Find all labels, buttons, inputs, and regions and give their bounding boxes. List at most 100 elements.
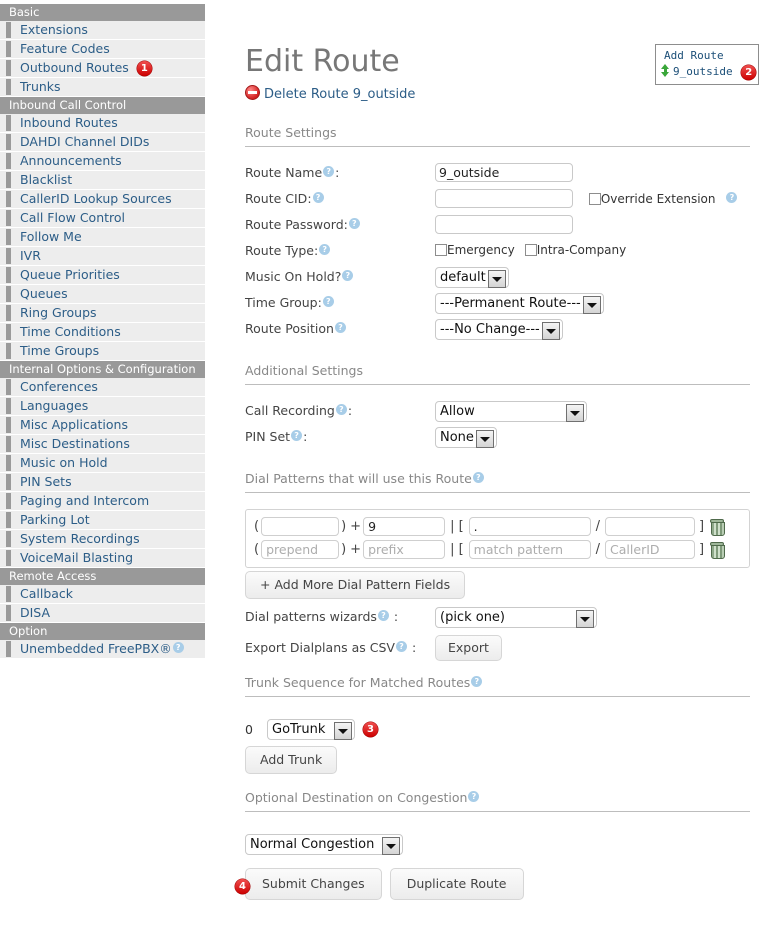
sidebar-item-paging-and-intercom[interactable]: Paging and Intercom <box>0 492 205 511</box>
help-icon[interactable]: ? <box>323 166 335 177</box>
submit-changes-button[interactable]: Submit Changes <box>245 868 382 900</box>
time-group-select[interactable]: ---Permanent Route--- <box>435 293 604 314</box>
sidebar-item-label[interactable]: Unembedded FreePBX® <box>20 641 172 656</box>
sidebar-item-queues[interactable]: Queues <box>0 285 205 304</box>
sidebar-item-label[interactable]: PIN Sets <box>20 474 72 489</box>
dial-pattern-wizard-select[interactable]: (pick one) <box>435 607 597 628</box>
export-button[interactable]: Export <box>435 635 502 661</box>
sidebar-item-label[interactable]: Queues <box>20 286 68 301</box>
help-icon[interactable]: ? <box>726 192 738 203</box>
music-on-hold-select[interactable]: default <box>435 267 509 288</box>
sidebar-item-trunks[interactable]: Trunks <box>0 78 205 97</box>
sidebar-item-pin-sets[interactable]: PIN Sets <box>0 473 205 492</box>
help-icon[interactable]: ? <box>312 192 324 203</box>
sidebar-item-label[interactable]: Time Groups <box>20 343 99 358</box>
sidebar-item-label[interactable]: Callback <box>20 586 73 601</box>
sidebar-item-follow-me[interactable]: Follow Me <box>0 228 205 247</box>
delete-route-link[interactable]: Delete Route 9_outside <box>264 87 415 102</box>
emergency-checkbox[interactable] <box>435 244 447 256</box>
help-icon[interactable]: ? <box>471 676 483 687</box>
help-icon[interactable]: ? <box>319 244 331 255</box>
help-icon[interactable]: ? <box>322 296 334 307</box>
sidebar-item-label[interactable]: Blacklist <box>20 172 72 187</box>
trunk-select[interactable]: GoTrunk <box>267 719 355 740</box>
sidebar-item-blacklist[interactable]: Blacklist <box>0 171 205 190</box>
match-pattern-input[interactable] <box>468 540 591 559</box>
callerid-input[interactable] <box>605 517 696 536</box>
duplicate-route-button[interactable]: Duplicate Route <box>389 868 524 900</box>
sidebar-item-misc-applications[interactable]: Misc Applications <box>0 416 205 435</box>
sidebar-item-label[interactable]: Music on Hold <box>20 455 108 470</box>
sidebar-item-label[interactable]: Extensions <box>20 22 88 37</box>
sidebar-item-queue-priorities[interactable]: Queue Priorities <box>0 266 205 285</box>
sidebar-item-label[interactable]: Parking Lot <box>20 512 90 527</box>
override-extension-checkbox[interactable] <box>588 193 601 205</box>
help-icon[interactable]: ? <box>342 270 354 281</box>
add-trunk-button[interactable]: Add Trunk <box>245 746 338 774</box>
sidebar-item-call-flow-control[interactable]: Call Flow Control <box>0 209 205 228</box>
sidebar-item-ring-groups[interactable]: Ring Groups <box>0 304 205 323</box>
sidebar-item-system-recordings[interactable]: System Recordings <box>0 530 205 549</box>
sidebar-item-label[interactable]: Conferences <box>20 379 98 394</box>
sidebar-item-inbound-routes[interactable]: Inbound Routes <box>0 114 205 133</box>
sidebar-item-languages[interactable]: Languages <box>0 397 205 416</box>
sidebar-item-announcements[interactable]: Announcements <box>0 152 205 171</box>
sidebar-item-label[interactable]: Misc Destinations <box>20 436 130 451</box>
sidebar-item-label[interactable]: Queue Priorities <box>20 267 120 282</box>
help-icon[interactable]: ? <box>472 472 484 483</box>
sidebar-item-label[interactable]: Inbound Routes <box>20 115 118 130</box>
help-icon[interactable]: ? <box>377 610 389 621</box>
sidebar-item-conferences[interactable]: Conferences <box>0 378 205 397</box>
sidebar-item-callback[interactable]: Callback <box>0 585 205 604</box>
sidebar-item-time-groups[interactable]: Time Groups <box>0 342 205 361</box>
sidebar-item-misc-destinations[interactable]: Misc Destinations <box>0 435 205 454</box>
sidebar-item-label[interactable]: Feature Codes <box>20 41 110 56</box>
sidebar-item-label[interactable]: Misc Applications <box>20 417 128 432</box>
sidebar-item-label[interactable]: Call Flow Control <box>20 210 125 225</box>
route-cid-input[interactable] <box>435 189 573 208</box>
route-password-input[interactable] <box>435 215 573 234</box>
help-icon[interactable]: ? <box>291 430 303 441</box>
sidebar-item-outbound-routes[interactable]: Outbound Routes 1 <box>0 59 205 78</box>
prepend-input[interactable] <box>261 517 340 536</box>
prefix-input[interactable] <box>363 540 446 559</box>
help-icon[interactable]: ? <box>172 642 184 653</box>
route-position-select[interactable]: ---No Change--- <box>435 319 563 340</box>
sidebar-item-feature-codes[interactable]: Feature Codes <box>0 40 205 59</box>
sidebar-item-label[interactable]: Ring Groups <box>20 305 97 320</box>
help-icon[interactable]: ? <box>468 791 480 802</box>
sidebar-item-music-on-hold[interactable]: Music on Hold <box>0 454 205 473</box>
sidebar-item-label[interactable]: IVR <box>20 248 41 263</box>
trash-icon[interactable] <box>710 542 726 559</box>
help-icon[interactable]: ? <box>395 641 407 652</box>
sidebar-item-label[interactable]: Announcements <box>20 153 122 168</box>
sidebar-item-label[interactable]: System Recordings <box>20 531 140 546</box>
congestion-destination-select[interactable]: Normal Congestion <box>245 834 403 855</box>
sidebar-item-time-conditions[interactable]: Time Conditions <box>0 323 205 342</box>
sidebar-item-label[interactable]: CallerID Lookup Sources <box>20 191 172 206</box>
sidebar-item-label[interactable]: Languages <box>20 398 88 413</box>
sidebar-item-label[interactable]: Paging and Intercom <box>20 493 149 508</box>
prefix-input[interactable] <box>363 517 446 536</box>
callerid-input[interactable] <box>605 540 696 559</box>
sidebar-item-extensions[interactable]: Extensions <box>0 21 205 40</box>
sidebar-item-label[interactable]: Time Conditions <box>20 324 121 339</box>
intra-company-checkbox[interactable] <box>524 244 537 256</box>
match-pattern-input[interactable] <box>468 517 591 536</box>
help-icon[interactable]: ? <box>335 404 347 415</box>
help-icon[interactable]: ? <box>348 218 360 229</box>
sidebar-item-label[interactable]: Trunks <box>20 79 61 94</box>
sidebar-item-unembedded-freepbx[interactable]: Unembedded FreePBX®? <box>0 640 205 659</box>
sidebar-item-dahdi-channel-dids[interactable]: DAHDI Channel DIDs <box>0 133 205 152</box>
sidebar-item-label[interactable]: Outbound Routes <box>20 60 129 75</box>
route-name-input[interactable] <box>435 163 573 182</box>
sidebar-item-label[interactable]: DAHDI Channel DIDs <box>20 134 149 149</box>
sidebar-item-label[interactable]: DISA <box>20 605 50 620</box>
prepend-input[interactable] <box>261 540 340 559</box>
sidebar-item-disa[interactable]: DISA <box>0 604 205 623</box>
call-recording-select[interactable]: Allow <box>435 401 587 422</box>
sidebar-item-ivr[interactable]: IVR <box>0 247 205 266</box>
help-icon[interactable]: ? <box>334 322 346 333</box>
sidebar-item-voicemail-blasting[interactable]: VoiceMail Blasting <box>0 549 205 568</box>
sidebar-item-label[interactable]: Follow Me <box>20 229 82 244</box>
